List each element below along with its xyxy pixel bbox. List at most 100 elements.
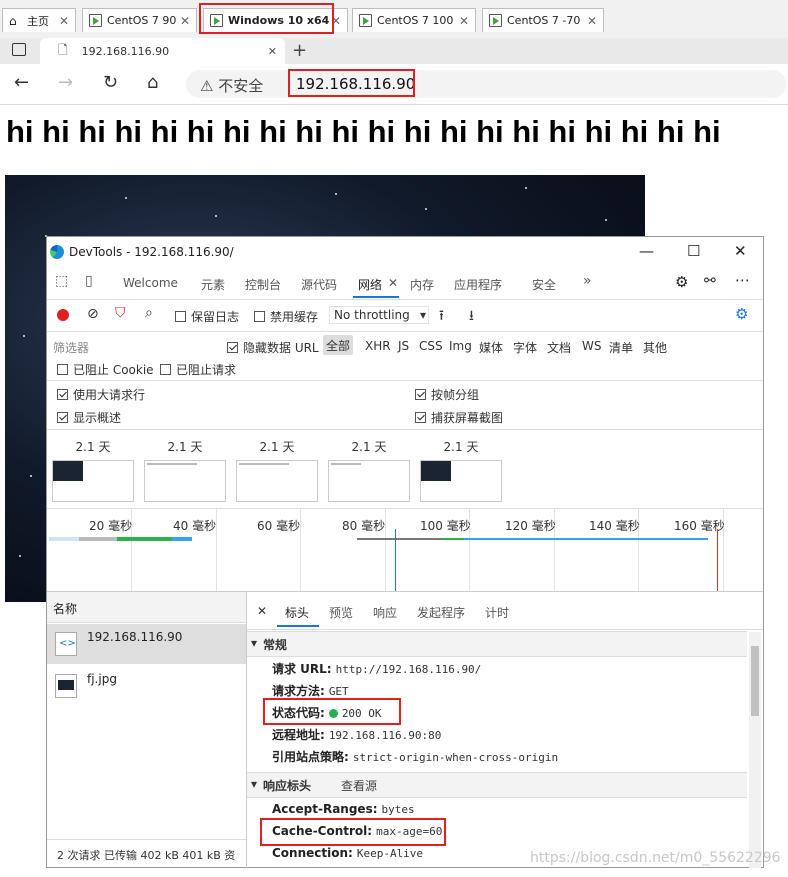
filter-icon[interactable]: ⛉ — [115, 305, 126, 321]
general-section-header[interactable]: ▾ 常规 — [247, 631, 747, 657]
tab-elements[interactable]: 元素 — [201, 276, 225, 293]
screenshot-strip: 2.1 天 2.1 天 2.1 天 2.1 天 2.1 天 — [47, 430, 763, 509]
close-icon[interactable]: ✕ — [587, 14, 597, 28]
vm-tab-label: CentOS 7 -70 — [507, 14, 581, 27]
request-row-image[interactable]: fj.jpg — [47, 666, 246, 706]
tab-response[interactable]: 响应 — [373, 604, 397, 621]
request-row-document[interactable]: <> 192.168.116.90 — [47, 624, 246, 664]
view-source-link[interactable]: 查看源 — [341, 777, 377, 794]
security-indicator[interactable]: ⚠ 不安全 — [200, 75, 263, 96]
header-value: http://192.168.116.90/ — [335, 663, 482, 676]
type-filter-manifest[interactable]: 清单 — [609, 339, 633, 356]
vm-tab-centos-70[interactable]: CentOS 7 -70 ✕ — [482, 8, 604, 32]
search-icon[interactable]: ⌕ — [145, 305, 153, 321]
clear-icon[interactable]: ⊘ — [87, 306, 99, 322]
tab-actions-icon[interactable] — [12, 43, 26, 56]
address-bar[interactable]: ⚠ 不安全 192.168.116.90 — [186, 70, 786, 98]
throttling-select[interactable]: No throttling ▾ — [329, 306, 429, 324]
screenshot-frame[interactable]: 2.1 天 — [420, 438, 502, 502]
gear-icon[interactable]: ⚙ — [675, 273, 688, 291]
edge-logo-icon — [50, 245, 64, 259]
frame-time: 2.1 天 — [443, 440, 479, 454]
browser-tab[interactable]: 🗋 192.168.116.90 ✕ — [40, 38, 285, 64]
tab-sources[interactable]: 源代码 — [301, 276, 337, 293]
more-options-icon[interactable]: ⋯ — [735, 271, 750, 289]
screenshot-frame[interactable]: 2.1 天 — [328, 438, 410, 502]
header-row: 远程地址: 192.168.116.90:80 — [272, 726, 441, 743]
url-text[interactable]: 192.168.116.90 — [296, 75, 415, 93]
type-filter-font[interactable]: 字体 — [513, 339, 537, 356]
screenshot-frame[interactable]: 2.1 天 — [52, 438, 134, 502]
tab-network[interactable]: 网络 — [358, 276, 382, 293]
network-settings-icon[interactable]: ⚙ — [735, 305, 748, 323]
scrollbar-thumb[interactable] — [751, 646, 759, 716]
close-icon[interactable]: ✕ — [331, 14, 341, 28]
capture-screenshots-checkbox[interactable]: 捕获屏幕截图 — [415, 409, 503, 426]
screenshot-frame[interactable]: 2.1 天 — [236, 438, 318, 502]
hide-data-url-checkbox[interactable]: 隐藏数据 URL — [227, 339, 319, 356]
large-rows-checkbox[interactable]: 使用大请求行 — [57, 386, 145, 403]
type-filter-doc[interactable]: 文档 — [547, 339, 571, 356]
response-headers-section-header[interactable]: ▾ 响应标头 查看源 — [247, 772, 747, 798]
vm-tab-windows-10[interactable]: Windows 10 x64 ✕ — [203, 8, 348, 32]
close-icon[interactable]: ✕ — [459, 14, 469, 28]
tab-headers[interactable]: 标头 — [285, 604, 309, 621]
type-filter-css[interactable]: CSS — [419, 339, 443, 353]
tab-console[interactable]: 控制台 — [245, 276, 281, 293]
close-icon[interactable]: ✕ — [59, 14, 69, 28]
vm-tab-centos-100[interactable]: CentOS 7 100 ✕ — [352, 8, 476, 32]
request-bar-queue — [49, 537, 79, 541]
inspect-icon[interactable]: ⬚ — [55, 273, 68, 289]
home-icon[interactable]: ⌂ — [147, 72, 158, 93]
close-icon[interactable]: ✕ — [734, 242, 747, 260]
dom-content-loaded-marker — [395, 529, 396, 591]
vm-tab-centos-90[interactable]: CentOS 7 90 ✕ — [82, 8, 197, 32]
blocked-cookies-checkbox[interactable]: 已阻止 Cookie — [57, 361, 154, 378]
type-filter-xhr[interactable]: XHR — [365, 339, 391, 353]
preserve-log-checkbox[interactable]: 保留日志 — [175, 308, 239, 325]
type-filter-ws[interactable]: WS — [582, 339, 601, 353]
screenshot-frame[interactable]: 2.1 天 — [144, 438, 226, 502]
close-icon[interactable]: ✕ — [388, 276, 398, 290]
tab-security[interactable]: 安全 — [532, 276, 556, 293]
connect-icon[interactable]: ⚯ — [704, 273, 716, 289]
disable-cache-checkbox[interactable]: 禁用缓存 — [254, 308, 318, 325]
tab-initiator[interactable]: 发起程序 — [417, 604, 465, 621]
tab-timing[interactable]: 计时 — [485, 604, 509, 621]
minimize-icon[interactable]: — — [639, 242, 654, 260]
device-icon[interactable]: ▯ — [85, 273, 93, 289]
detail-scrollbar[interactable] — [749, 632, 761, 868]
new-tab-icon[interactable]: + — [292, 40, 307, 61]
network-overview-timeline[interactable]: 20 毫秒 40 毫秒 60 毫秒 80 毫秒 100 毫秒 120 毫秒 14… — [47, 509, 763, 592]
forward-icon[interactable]: → — [58, 72, 73, 93]
vm-tab-home[interactable]: ⌂ 主页 ✕ — [2, 8, 76, 32]
type-filter-all[interactable]: 全部 — [323, 335, 354, 355]
import-icon[interactable]: ⭱ — [439, 305, 444, 329]
more-tabs-icon[interactable]: » — [583, 273, 592, 289]
tab-preview[interactable]: 预览 — [329, 604, 353, 621]
tab-memory[interactable]: 内存 — [410, 276, 434, 293]
maximize-icon[interactable]: ☐ — [687, 242, 700, 260]
reload-icon[interactable]: ↻ — [103, 72, 118, 93]
checkbox-icon — [227, 342, 238, 353]
tab-welcome[interactable]: Welcome — [123, 276, 178, 290]
record-icon[interactable] — [57, 309, 69, 321]
blocked-requests-checkbox[interactable]: 已阻止请求 — [160, 361, 236, 378]
column-name-header[interactable]: 名称 — [53, 600, 77, 617]
show-overview-checkbox[interactable]: 显示概述 — [57, 409, 121, 426]
tab-application[interactable]: 应用程序 — [454, 276, 502, 293]
close-icon[interactable]: ✕ — [268, 45, 277, 58]
filter-input[interactable]: 筛选器 — [53, 338, 217, 356]
group-by-frame-checkbox[interactable]: 按帧分组 — [415, 386, 479, 403]
load-event-marker — [717, 529, 718, 591]
request-bar-ttfb — [442, 538, 464, 540]
browser-tab-bar: 🗋 192.168.116.90 ✕ + — [0, 38, 788, 64]
type-filter-other[interactable]: 其他 — [643, 339, 667, 356]
back-icon[interactable]: ← — [14, 72, 29, 93]
type-filter-media[interactable]: 媒体 — [479, 339, 503, 356]
type-filter-js[interactable]: JS — [398, 339, 409, 353]
type-filter-img[interactable]: Img — [449, 339, 472, 353]
export-icon[interactable]: ⭳ — [469, 305, 474, 329]
close-icon[interactable]: ✕ — [180, 14, 190, 28]
close-icon[interactable]: ✕ — [257, 604, 267, 618]
